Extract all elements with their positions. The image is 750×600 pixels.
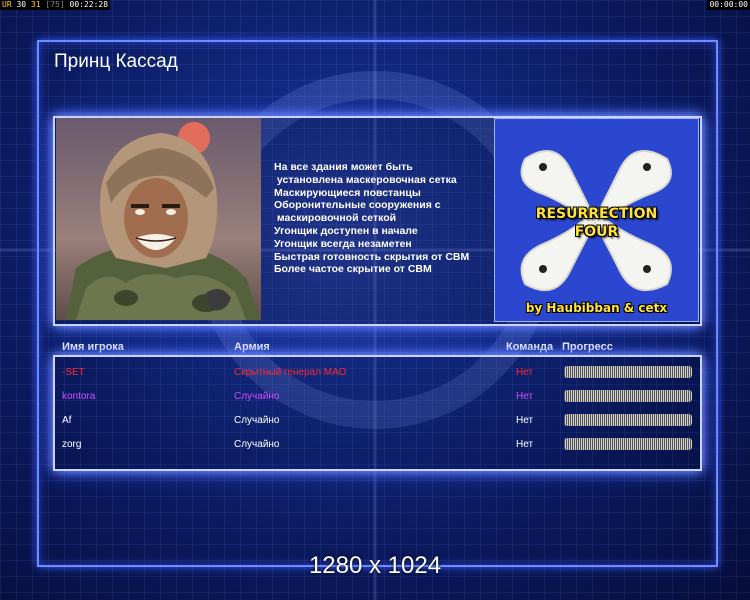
progress-fill: [564, 390, 692, 402]
hud-timer: 00:22:28: [69, 0, 109, 9]
player-row: -SET Скрытный генерал МАО Нет: [0, 366, 750, 387]
player-name: -SET: [62, 367, 85, 378]
map-title-line2: FOUR: [574, 224, 619, 240]
map-preview: RESURRECTION FOUR by Haubibban & cetx: [494, 118, 699, 322]
player-team: Нет: [516, 415, 534, 426]
player-army: Случайно: [234, 415, 280, 426]
player-team: Нет: [516, 391, 534, 402]
feature-item: Более частое скрытие от СВМ: [274, 263, 432, 276]
hud-stats: UR 30 31 [75] 00:22:28: [0, 0, 111, 10]
player-army: Случайно: [234, 439, 280, 450]
feature-item: маскировочной сеткой: [274, 212, 397, 225]
map-title: RESURRECTION FOUR: [495, 205, 698, 241]
player-name: Af: [62, 415, 72, 426]
resolution-label: 1280 x 1024: [308, 552, 442, 579]
feature-item: установлена маскеровочная сетка: [274, 173, 457, 186]
player-progress-bar: [564, 366, 692, 378]
page-title: Принц Кассад: [54, 51, 178, 72]
player-team: Нет: [516, 367, 534, 378]
column-header-team: Команда: [506, 341, 554, 353]
feature-item: Угонщик всегда незаметен: [274, 237, 412, 250]
general-portrait: [56, 118, 261, 320]
hud-stat-b: 30: [16, 0, 27, 9]
hud-stat-d: [75]: [45, 0, 65, 9]
feature-item: Маскирующиеся повстанцы: [274, 186, 421, 199]
feature-item: Угонщик доступен в начале: [274, 224, 418, 237]
hud-stat-a: UR: [2, 0, 12, 9]
progress-fill: [564, 414, 692, 426]
map-credit: by Haubibban & cetx: [525, 301, 668, 315]
general-feature-list: На все здания может быть установлена мас…: [274, 161, 489, 276]
hud-clock: 00:00:00: [707, 0, 750, 10]
hud-stat-c: 31: [30, 0, 41, 9]
column-header-progress: Прогресс: [562, 341, 613, 353]
player-progress-bar: [564, 390, 692, 402]
player-progress-bar: [564, 438, 692, 450]
progress-fill: [564, 438, 692, 450]
player-team: Нет: [516, 439, 534, 450]
progress-fill: [564, 366, 692, 378]
feature-item: На все здания может быть: [274, 161, 413, 173]
feature-item: Оборонительные сооружения с: [274, 199, 441, 212]
player-name: kontora: [62, 391, 96, 402]
player-army: Случайно: [234, 391, 280, 402]
player-progress-bar: [564, 414, 692, 426]
column-header-army: Армия: [234, 341, 270, 353]
player-row: kontora Случайно Нет: [0, 390, 750, 411]
player-row: zorg Случайно Нет: [0, 438, 750, 459]
map-title-line1: RESURRECTION: [535, 206, 658, 222]
player-row: Af Случайно Нет: [0, 414, 750, 435]
feature-item: Быстрая готовность скрытия от СВМ: [274, 250, 470, 263]
player-army: Скрытный генерал МАО: [234, 367, 347, 378]
column-header-player: Имя игрока: [62, 341, 124, 353]
player-name: zorg: [62, 439, 82, 450]
